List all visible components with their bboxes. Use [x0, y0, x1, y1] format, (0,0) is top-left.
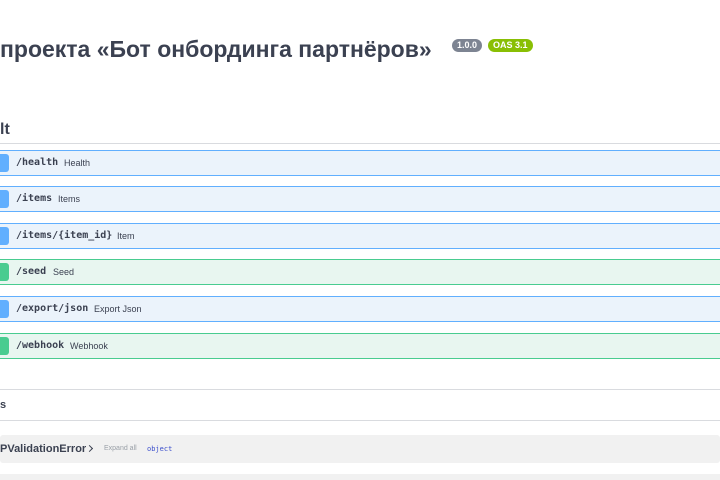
method-badge: [0, 300, 9, 318]
method-badge: [0, 190, 9, 208]
operation-summary: Export Json: [94, 304, 142, 314]
model-name[interactable]: PValidationError: [0, 435, 86, 463]
operation-path: /webhook: [16, 340, 65, 351]
operation-path: /items/{item_id}: [16, 230, 113, 241]
schemas-title: s: [0, 399, 7, 411]
next-model-row[interactable]: [0, 474, 720, 480]
method-badge: [0, 337, 9, 355]
operation-post-seed[interactable]: /seed Seed: [0, 259, 720, 285]
operation-summary: Webhook: [70, 341, 108, 351]
tag-section-header[interactable]: lt: [0, 118, 10, 142]
method-badge: [0, 154, 9, 172]
operation-get-item[interactable]: /items/{item_id} Item: [0, 223, 720, 249]
operation-path: /export/json: [16, 303, 89, 314]
section-divider: [0, 143, 720, 144]
method-badge: [0, 263, 9, 281]
operation-post-webhook[interactable]: /webhook Webhook: [0, 333, 720, 359]
model-type-label: object: [147, 445, 173, 453]
operation-path: /items: [16, 193, 53, 204]
operation-summary: Seed: [53, 267, 75, 277]
page-title: проекта «Бот онбординга партнёров»: [0, 36, 432, 62]
operation-summary: Item: [117, 231, 135, 241]
chevron-right-icon[interactable]: [85, 444, 94, 453]
operation-get-items[interactable]: /items Items: [0, 186, 720, 212]
operation-get-export-json[interactable]: /export/json Export Json: [0, 296, 720, 322]
api-title-row: проекта «Бот онбординга партнёров» 1.0.0…: [0, 36, 720, 70]
method-badge: [0, 227, 9, 245]
model-row[interactable]: PValidationError Expand all object: [0, 435, 720, 463]
operation-get-health[interactable]: /health Health: [0, 150, 720, 176]
operation-path: /seed: [16, 266, 47, 277]
schemas-section[interactable]: s: [0, 389, 720, 421]
expand-all-button[interactable]: Expand all: [104, 435, 137, 463]
operation-summary: Health: [64, 158, 91, 168]
operation-path: /health: [16, 157, 59, 168]
version-badge: 1.0.0: [452, 39, 483, 52]
operation-summary: Items: [58, 194, 81, 204]
oas-version-badge: OAS 3.1: [488, 39, 533, 52]
